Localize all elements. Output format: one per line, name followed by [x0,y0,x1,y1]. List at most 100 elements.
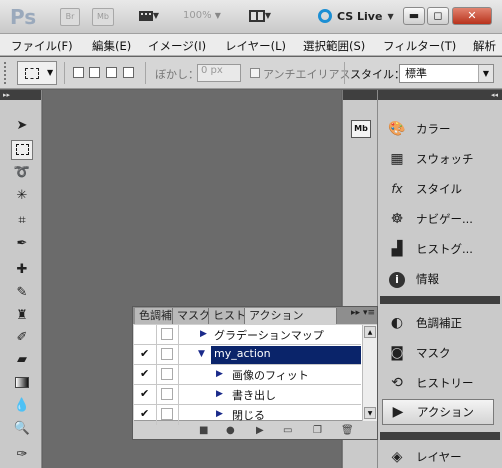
panel-menu-button[interactable]: ▸▸ ▾≡ [351,308,375,318]
brush-tool[interactable]: ✎ [11,283,33,303]
actions-list-scrollbar[interactable]: ▲ ▼ [362,325,377,421]
scroll-up-icon[interactable]: ▲ [364,326,376,338]
subtract-from-selection-icon[interactable] [106,67,117,78]
tab-adjustments[interactable]: 色調補 [135,308,173,324]
toggle-dialog-checkbox[interactable] [161,348,173,360]
tab-history[interactable]: ヒスト [209,308,245,324]
dock-item-adjustments[interactable]: ◐ 色調補正 [382,310,494,336]
dock-item-info[interactable]: i 情報 [382,266,494,292]
dock-group-divider[interactable] [380,296,500,304]
delete-button[interactable]: 🗑 [341,425,354,437]
collapse-triangle-icon[interactable]: ▼ [198,349,205,359]
close-button[interactable]: ✕ [452,7,492,25]
expand-triangle-icon[interactable]: ▶ [216,409,223,419]
toggle-dialog-checkbox[interactable] [161,388,173,400]
panel-dock-header[interactable]: ◂◂ [378,90,502,100]
eyedropper-tool[interactable]: ✒ [11,234,33,254]
menu-select[interactable]: 選択範囲(S) [303,38,365,54]
new-action-button[interactable]: ❐ [313,425,322,437]
toggle-dialog-checkbox[interactable] [161,368,173,380]
dock-item-histogram[interactable]: ▟ ヒストグ... [382,236,494,262]
styles-icon: fx [391,182,403,196]
dock-item-history[interactable]: ⟲ ヒストリー [382,370,494,396]
eraser-tool[interactable]: ▰ [11,350,33,370]
actions-panel-footer: ■ ● ▶ ▭ ❐ 🗑 [133,423,377,439]
menu-image[interactable]: イメージ(I) [148,38,206,54]
extras-menu-button[interactable]: ▼ [133,8,165,26]
dock-item-styles[interactable]: fx スタイル [382,176,494,202]
expand-triangle-icon[interactable]: ▶ [216,369,223,379]
maximize-button[interactable]: ◻ [427,7,449,25]
menu-layer[interactable]: レイヤー(L) [225,38,286,54]
history-brush-tool[interactable]: ✐ [11,328,33,348]
checkmark-icon[interactable]: ✔ [140,408,152,420]
rectangular-marquee-tool[interactable] [11,140,33,160]
style-select[interactable]: 標準 ▼ [399,64,494,83]
antialias-checkbox[interactable] [250,68,260,78]
tools-panel-header[interactable]: ▸▸ [0,90,41,100]
action-step-row[interactable]: ✔ ▶ 書き出し [134,385,361,405]
options-bar-grip[interactable] [4,62,10,84]
action-step-row[interactable]: ✔ ▶ 閉じる [134,405,361,425]
checkmark-icon[interactable]: ✔ [140,388,152,400]
crop-tool[interactable]: ⌗ [11,211,33,231]
toggle-dialog-checkbox[interactable] [161,408,173,420]
pen-tool[interactable]: ✑ [11,445,33,465]
action-row-selected[interactable]: ✔ ▼ my_action [134,345,361,365]
checkmark-icon[interactable]: ✔ [140,368,152,380]
chevron-down-icon: ▼ [264,11,272,20]
toggle-dialog-checkbox[interactable] [161,328,173,340]
zoom-level-select[interactable]: 100% ▼ [183,10,221,21]
checkmark-icon[interactable]: ✔ [140,348,152,360]
dock-item-actions[interactable]: ▶ アクション [382,399,494,425]
lasso-tool[interactable]: ➰ [11,163,33,183]
action-step-row[interactable]: ✔ ▶ 画像のフィット [134,365,361,385]
dock-item-swatches[interactable]: ▦ スウォッチ [382,146,494,172]
move-tool[interactable]: ➤ [11,116,33,136]
healing-brush-tool[interactable]: ✚ [11,260,33,280]
menu-analysis[interactable]: 解析 [473,38,496,54]
arrange-documents-button[interactable]: ▼ [244,8,276,26]
expand-triangle-icon[interactable]: ▶ [216,389,223,399]
quick-selection-tool[interactable]: ✳ [11,186,33,206]
dock-item-color[interactable]: 🎨 カラー [382,116,494,142]
action-label: 書き出し [232,389,276,402]
add-to-selection-icon[interactable] [89,67,100,78]
new-set-button[interactable]: ▭ [283,425,292,437]
dock-item-navigator[interactable]: ☸ ナビゲー... [382,206,494,232]
rectangular-marquee-icon [25,68,39,79]
mini-bridge-panel-button[interactable]: Mb [351,120,371,138]
menu-filter[interactable]: フィルター(T) [383,38,456,54]
tool-preset-picker[interactable]: ▼ [17,61,57,85]
menu-edit[interactable]: 編集(E) [92,38,131,54]
clone-stamp-tool[interactable]: ♜ [11,306,33,326]
minimize-button[interactable]: ▬ [403,7,425,25]
tab-actions[interactable]: アクション [245,308,337,324]
begin-recording-button[interactable]: ● [226,425,235,437]
column-divider [156,325,157,345]
dock-item-masks[interactable]: ◙ マスク [382,340,494,366]
expand-triangle-icon[interactable]: ▶ [200,329,207,339]
menu-file[interactable]: ファイル(F) [11,38,73,54]
mini-dock-header[interactable] [343,90,377,100]
tab-masks[interactable]: マスク [173,308,209,324]
launch-bridge-button[interactable]: Br [60,8,80,26]
feather-input[interactable]: 0 px [197,64,241,82]
dock-group-divider[interactable] [380,432,500,440]
toggle-item-checkbox[interactable] [140,328,152,340]
play-selection-button[interactable]: ▶ [256,425,264,437]
scroll-down-icon[interactable]: ▼ [364,407,376,419]
action-row[interactable]: ▶ グラデーションマップ [134,325,361,345]
launch-mini-bridge-button[interactable]: Mb [92,8,114,26]
intersect-selection-icon[interactable] [123,67,134,78]
stop-playing-button[interactable]: ■ [199,425,208,437]
trash-icon: 🗑 [341,425,354,436]
lasso-icon: ➰ [13,165,31,180]
new-selection-icon[interactable] [73,67,84,78]
blur-tool[interactable]: 💧 [11,396,33,416]
gradient-tool[interactable] [11,373,33,393]
dodge-tool[interactable]: 🔍 [11,419,33,439]
column-divider [156,385,157,405]
cs-live-button[interactable]: CS Live ▼ [318,9,394,23]
dock-item-layers[interactable]: ◈ レイヤー [382,444,494,468]
